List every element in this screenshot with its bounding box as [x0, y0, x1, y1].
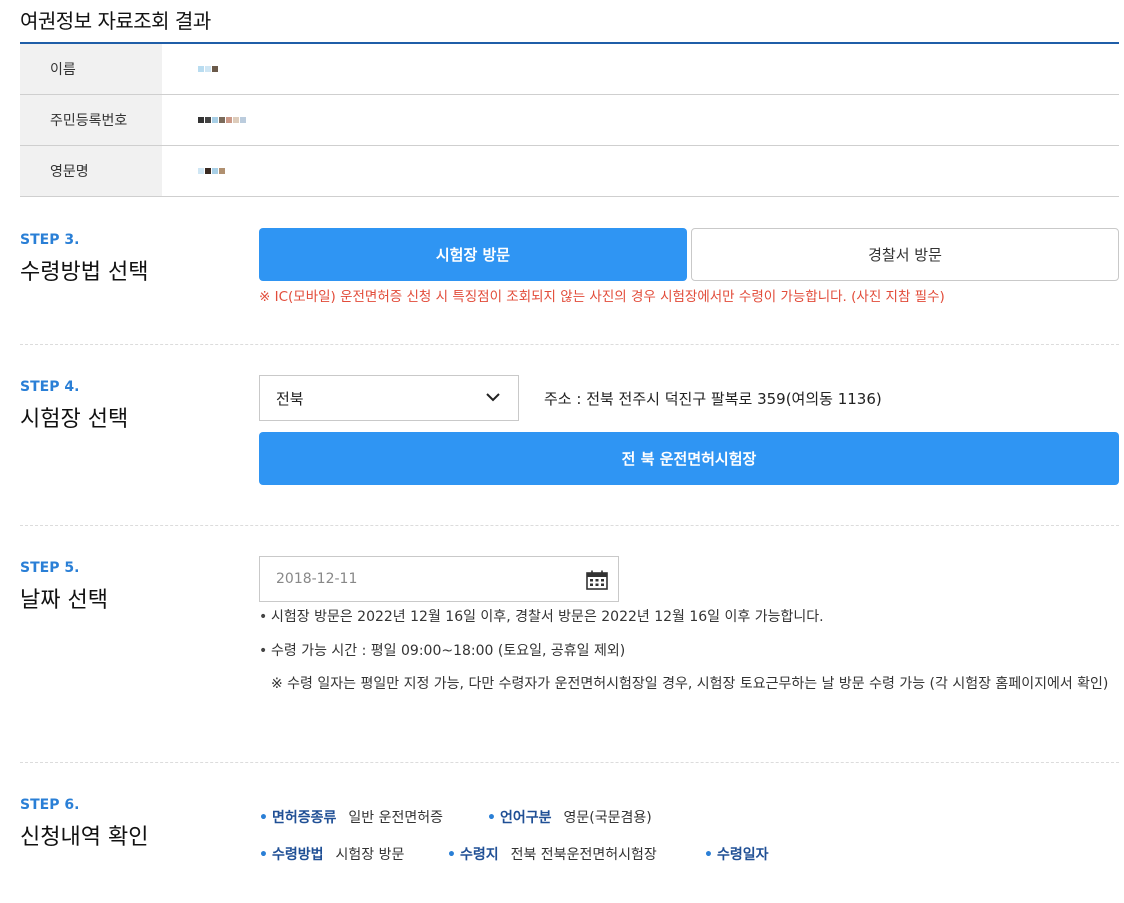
summary-key: 수령방법 — [271, 847, 324, 863]
pickup-visit-center-button[interactable]: 시험장 방문 — [259, 228, 687, 281]
visit-date-info-text: 시험장 방문은 2022년 12월 16일 이후, 경찰서 방문은 2022년 … — [271, 609, 824, 625]
pickup-hours-info-text: 수령 가능 시간 : 평일 09:00~18:00 (토요일, 공휴일 제외) — [271, 643, 626, 659]
section-divider — [20, 525, 1119, 526]
summary-pickup-place: • 수령지 전북 전북운전면허시험장 — [447, 847, 657, 863]
info-row-resident-number: 주민등록번호 — [20, 95, 1119, 146]
step3-title: 수령방법 선택 — [20, 260, 149, 285]
calendar-icon[interactable] — [586, 570, 608, 590]
summary-value: 시험장 방문 — [335, 847, 405, 863]
pickup-hours-info: • 수령 가능 시간 : 평일 09:00~18:00 (토요일, 공휴일 제외) — [259, 643, 626, 659]
step5-heading: STEP 5. 날짜 선택 — [20, 560, 108, 614]
summary-pickup-date: • 수령일자 — [704, 847, 769, 863]
info-row-name: 이름 — [20, 44, 1119, 95]
center-address: 주소 : 전북 전주시 덕진구 팔복로 359(여의동 1136) — [544, 390, 882, 408]
section-divider — [20, 762, 1119, 763]
section-divider — [20, 344, 1119, 345]
step5-number: STEP 5. — [20, 560, 80, 576]
summary-pickup-method: • 수령방법 시험장 방문 — [259, 847, 405, 863]
summary-value: 전북 전북운전면허시험장 — [510, 847, 657, 863]
step3-heading: STEP 3. 수령방법 선택 — [20, 232, 148, 286]
region-select[interactable]: 전북 — [259, 375, 519, 421]
step6-heading: STEP 6. 신청내역 확인 — [20, 797, 148, 851]
visit-date-info: • 시험장 방문은 2022년 12월 16일 이후, 경찰서 방문은 2022년… — [259, 609, 824, 625]
info-label-name: 이름 — [20, 44, 162, 94]
chevron-down-icon — [486, 393, 500, 402]
info-row-english-name: 영문명 — [20, 146, 1119, 197]
pickup-police-station-button[interactable]: 경찰서 방문 — [691, 228, 1119, 281]
step4-heading: STEP 4. 시험장 선택 — [20, 379, 128, 433]
summary-value: 일반 운전면허증 — [348, 810, 443, 826]
summary-key: 수령지 — [459, 847, 499, 863]
page-title: 여권정보 자료조회 결과 — [20, 9, 211, 33]
summary-value: 영문(국문겸용) — [563, 810, 652, 826]
step4-title: 시험장 선택 — [20, 407, 129, 432]
info-label-resident-number: 주민등록번호 — [20, 95, 162, 145]
region-select-value: 전북 — [276, 389, 304, 408]
passport-info-table: 이름 주민등록번호 영문명 — [20, 44, 1119, 197]
summary-key: 면허증종류 — [271, 810, 337, 826]
step6-title: 신청내역 확인 — [20, 825, 149, 850]
info-value-english-name-masked — [162, 164, 226, 179]
test-center-button[interactable]: 전 북 운전면허시험장 — [259, 432, 1119, 485]
summary-language: • 언어구분 영문(국문겸용) — [487, 810, 652, 826]
step5-title: 날짜 선택 — [20, 588, 108, 613]
photo-notice: ※ IC(모바일) 운전면허증 신청 시 특징점이 조회되지 않는 사진의 경우… — [259, 289, 945, 305]
summary-key: 언어구분 — [499, 810, 552, 826]
step3-number: STEP 3. — [20, 232, 80, 248]
step6-number: STEP 6. — [20, 797, 80, 813]
info-value-resident-number-masked — [162, 113, 247, 128]
summary-key: 수령일자 — [716, 847, 769, 863]
date-input[interactable]: 2018-12-11 — [259, 556, 619, 602]
info-label-english-name: 영문명 — [20, 146, 162, 196]
summary-license-type: • 면허증종류 일반 운전면허증 — [259, 810, 443, 826]
date-input-value: 2018-12-11 — [276, 571, 358, 587]
step4-number: STEP 4. — [20, 379, 80, 395]
info-value-name-masked — [162, 62, 219, 77]
pickup-date-note: ※ 수령 일자는 평일만 지정 가능, 다만 수령자가 운전면허시험장일 경우,… — [271, 676, 1109, 692]
